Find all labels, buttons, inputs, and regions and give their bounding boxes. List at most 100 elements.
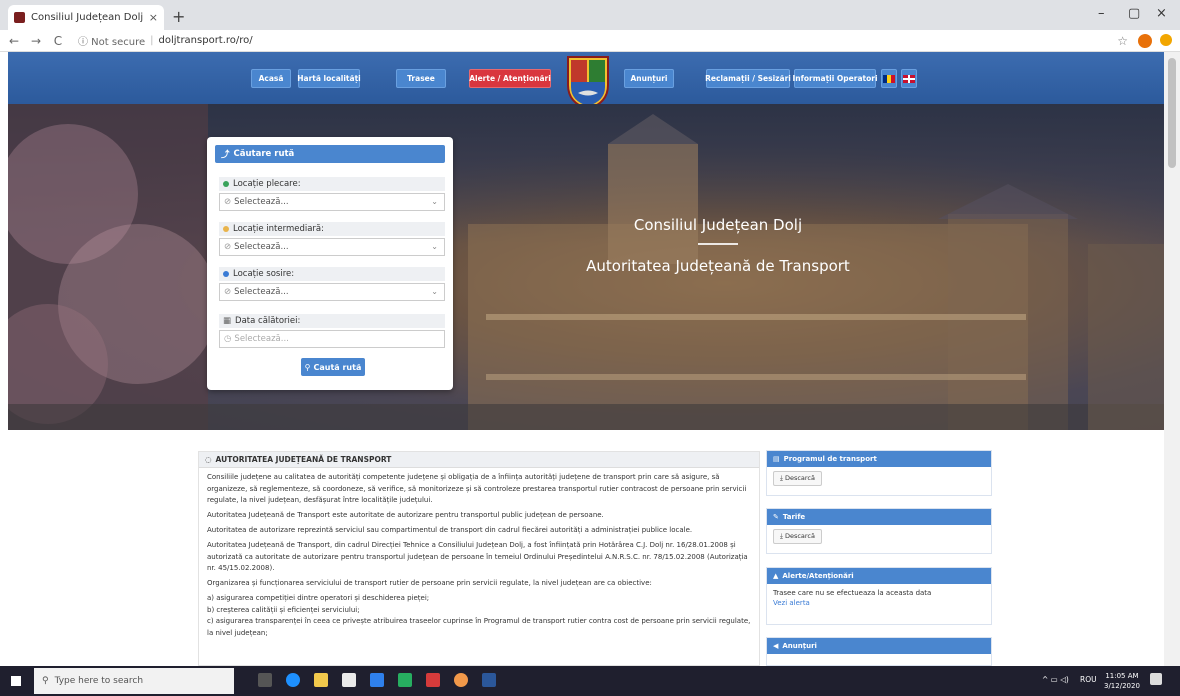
extension-icon[interactable] (1138, 34, 1152, 48)
tab-close-icon[interactable]: × (149, 11, 158, 24)
tarife-box: ✎ Tarife ⤓ Descarcă (766, 508, 992, 554)
tarife-download-button[interactable]: ⤓ Descarcă (773, 529, 822, 544)
about-paragraph: Autoritatea Județeană de Transport este … (207, 511, 604, 519)
nav-acasa[interactable]: Acasă (251, 69, 291, 88)
table-icon: ▤ (773, 455, 780, 463)
windows-taskbar: ⚲ Type here to search ^ ▭ ◁) ROU 11:05 A… (0, 666, 1180, 696)
nav-informatii[interactable]: Informații Operatori (792, 69, 878, 88)
taskbar-search-box[interactable]: ⚲ Type here to search (34, 668, 234, 694)
chat-icon: ◌ (205, 455, 212, 464)
program-download-button[interactable]: ⤓ Descarcă (773, 471, 822, 486)
app-icon[interactable] (398, 673, 412, 687)
view-alert-link[interactable]: Vezi alerta (773, 598, 985, 608)
clock-date: 3/12/2020 (1104, 682, 1140, 690)
alerts-text: Trasee care nu se efectueaza la aceasta … (773, 589, 932, 597)
arrival-label-text: Locație sosire: (233, 269, 295, 279)
date-clock-icon: ◷ (224, 334, 232, 344)
notification-center-icon[interactable] (1150, 673, 1162, 685)
anunturi-header: ◀ Anunțuri (767, 638, 991, 654)
reload-button[interactable]: C (50, 34, 66, 48)
departure-label-text: Locație plecare: (233, 179, 301, 189)
language-indicator[interactable]: ROU (1080, 675, 1097, 684)
lang-romanian-button[interactable] (881, 69, 897, 88)
url-field[interactable]: ⓘ Not secure | doljtransport.ro/ro/ (78, 33, 253, 48)
search-icon: ⚲ (42, 676, 49, 686)
url-text: doljtransport.ro/ro/ (158, 35, 253, 46)
taskbar-search-placeholder: Type here to search (54, 676, 144, 686)
chevron-down-icon: ⌄ (431, 242, 438, 251)
nav-reclamatii[interactable]: Reclamații / Sesizări (705, 69, 791, 88)
new-tab-button[interactable]: + (172, 7, 185, 26)
tarife-title: Tarife (782, 513, 806, 521)
lang-english-button[interactable] (901, 69, 917, 88)
not-secure-label: ⓘ Not secure (78, 37, 146, 48)
arrival-pin-icon (223, 271, 229, 277)
windows-start-icon[interactable] (11, 676, 21, 686)
site-favicon-icon (14, 12, 25, 23)
route-search-header: ⤴ Căutare rută (215, 145, 445, 163)
arrival-select[interactable]: ⊘ Selectează... ⌄ (219, 283, 445, 301)
tab-title: Consiliul Județean Dolj - Autorita (31, 12, 145, 23)
scrollbar-thumb[interactable] (1168, 58, 1176, 168)
search-icon: ⚲ (304, 362, 311, 372)
about-paragraph: Autoritatea de autorizare reprezintă ser… (207, 526, 693, 534)
date-input[interactable]: ◷ Selectează... (219, 330, 445, 348)
county-crest-icon (567, 56, 609, 111)
megaphone-icon: ◀ (773, 642, 779, 650)
objective-item: a) asigurarea competiției dintre operato… (207, 594, 430, 602)
word-icon[interactable] (482, 673, 496, 687)
intermediate-select[interactable]: ⊘ Selectează... ⌄ (219, 238, 445, 256)
nav-anunturi[interactable]: Anunțuri (624, 69, 674, 88)
maximize-button[interactable]: ▢ (1128, 6, 1140, 21)
mail-icon[interactable] (370, 673, 384, 687)
nav-alerte[interactable]: Alerte / Atenționări (469, 69, 551, 88)
tray-icons[interactable]: ^ ▭ ◁) (1042, 675, 1069, 684)
about-heading: AUTORITATEA JUDEȚEANĂ DE TRANSPORT (215, 455, 392, 464)
back-button[interactable]: ← (6, 34, 22, 48)
date-label: ▦ Data călătoriei: (219, 314, 445, 328)
departure-select-value: Selectează... (234, 197, 289, 207)
program-title: Programul de transport (783, 455, 877, 463)
program-header: ▤ Programul de transport (767, 451, 991, 467)
route-search-title: Căutare rută (233, 149, 295, 159)
flag-ro-icon (883, 74, 895, 83)
arrival-label: Locație sosire: (219, 267, 445, 281)
pdf-reader-icon[interactable] (426, 673, 440, 687)
profile-icon[interactable] (1160, 34, 1172, 46)
search-route-button[interactable]: ⚲ Caută rută (301, 358, 365, 376)
browser-tabstrip: Consiliul Județean Dolj - Autorita × + –… (0, 0, 1180, 30)
edge-browser-icon[interactable] (286, 673, 300, 687)
nav-harta[interactable]: Hartă localități (297, 69, 361, 88)
nav-trasee[interactable]: Trasee (396, 69, 446, 88)
store-icon[interactable] (342, 673, 356, 687)
date-input-placeholder: Selectează... (234, 334, 289, 344)
system-clock[interactable]: 11:05 AM 3/12/2020 (1104, 671, 1140, 691)
search-route-label: Caută rută (313, 362, 362, 372)
tarife-header: ✎ Tarife (767, 509, 991, 525)
task-view-icon[interactable] (258, 673, 272, 687)
intermediate-pin-icon (223, 226, 229, 232)
alerts-box: ▲ Alerte/Atenționări Trasee care nu se e… (766, 567, 992, 625)
main-content: ◌ AUTORITATEA JUDEȚEANĂ DE TRANSPORT Con… (8, 430, 1164, 666)
about-paragraph: Consiliile județene au calitatea de auto… (207, 473, 747, 504)
bookmark-star-icon[interactable]: ☆ (1117, 34, 1128, 48)
chevron-down-icon: ⌄ (431, 287, 438, 296)
about-paragraph: Autoritatea Județeană de Transport, din … (207, 541, 748, 572)
file-explorer-icon[interactable] (314, 673, 328, 687)
departure-select[interactable]: ⊘ Selectează... ⌄ (219, 193, 445, 211)
site-header: Acasă Hartă localități Trasee Alerte / A… (8, 52, 1164, 111)
browser-tab[interactable]: Consiliul Județean Dolj - Autorita × (8, 5, 164, 30)
forward-button[interactable]: → (28, 34, 44, 48)
chrome-browser-icon[interactable] (454, 673, 468, 687)
hero-banner: Consiliul Județean Dolj Autoritatea Jude… (8, 104, 1164, 430)
anunturi-title: Anunțuri (782, 642, 817, 650)
warning-icon: ▲ (773, 572, 779, 580)
objective-item: b) creșterea calității și eficienței ser… (207, 605, 360, 614)
chevron-down-icon: ⌄ (431, 197, 438, 206)
minimize-button[interactable]: – (1098, 6, 1105, 21)
page-scrollbar[interactable] (1164, 52, 1180, 666)
close-window-button[interactable]: × (1156, 6, 1167, 21)
select-clock-icon: ⊘ (224, 242, 232, 252)
route-search-panel: ⤴ Căutare rută Locație plecare: ⊘ Select… (207, 137, 453, 390)
hero-subtitle: Autoritatea Județeană de Transport (586, 257, 850, 275)
